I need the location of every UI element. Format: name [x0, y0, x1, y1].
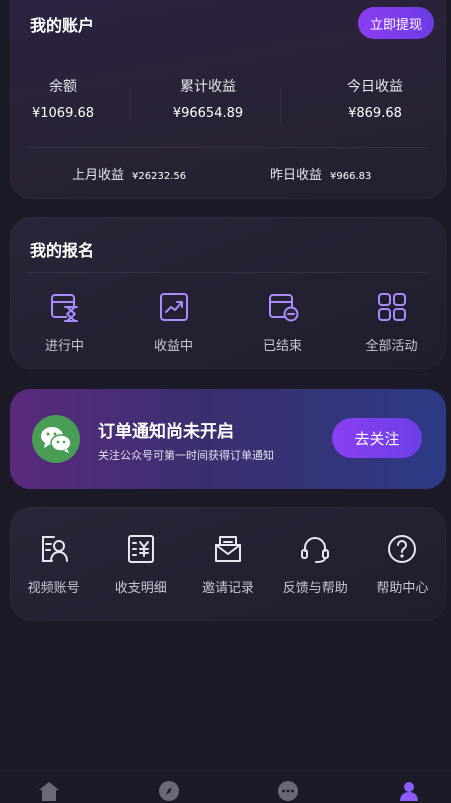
yesterday-value: ¥966.83 — [330, 171, 372, 182]
wechat-icon — [32, 415, 80, 463]
balance-value: ¥1069.68 — [31, 106, 95, 121]
tool-invite[interactable]: 邀请记录 — [184, 533, 271, 596]
tools-card: 视频账号 收支明细 邀请记录 反馈与帮助 帮助中心 — [10, 507, 446, 621]
invite-mail-icon — [215, 536, 241, 562]
tool-label: 邀请记录 — [202, 581, 255, 596]
signup-title: 我的报名 — [30, 241, 95, 260]
last-month-label: 上月收益 — [72, 168, 125, 183]
order-notify-banner: 订单通知尚未开启 关注公众号可第一时间获得订单通知 去关注 — [10, 389, 446, 489]
tool-label: 反馈与帮助 — [282, 581, 348, 596]
ended-calendar-icon — [268, 294, 298, 322]
grid-apps-icon — [377, 293, 406, 321]
tool-video-account[interactable]: 视频账号 — [10, 533, 97, 596]
signup-item-ended[interactable]: 已结束 — [228, 291, 337, 354]
notify-title: 订单通知尚未开启 — [98, 422, 234, 442]
yesterday-income: 昨日收益 ¥966.83 — [270, 164, 371, 183]
today-income-label: 今日收益 — [347, 79, 403, 95]
home-icon[interactable] — [37, 779, 61, 803]
signup-card: 我的报名 进行中 收益中 已结束 全部活动 — [10, 217, 446, 369]
hourglass-calendar-icon — [50, 294, 78, 322]
stat-divider — [280, 88, 281, 124]
signup-item-label: 收益中 — [153, 339, 193, 354]
signup-item-earning[interactable]: 收益中 — [119, 291, 228, 354]
discover-icon[interactable] — [157, 779, 181, 803]
yesterday-label: 昨日收益 — [270, 168, 323, 183]
account-divider — [28, 147, 428, 148]
stat-divider — [130, 88, 131, 124]
today-income-value: ¥869.68 — [348, 106, 402, 121]
bottom-nav — [0, 770, 451, 801]
balance-label: 余额 — [49, 79, 77, 95]
tool-label: 视频账号 — [27, 581, 80, 596]
withdraw-button[interactable]: 立即提现 — [357, 7, 434, 39]
signup-item-all[interactable]: 全部活动 — [337, 291, 446, 354]
account-card: 我的账户 立即提现 余额 ¥1069.68 累计收益 ¥96654.89 今日收… — [10, 0, 446, 199]
follow-button[interactable]: 去关注 — [332, 418, 422, 458]
total-income-value: ¥96654.89 — [172, 106, 244, 121]
total-income-label: 累计收益 — [180, 79, 236, 95]
profile-icon[interactable] — [397, 779, 421, 803]
tool-help-center[interactable]: 帮助中心 — [359, 533, 446, 596]
last-month-income: 上月收益 ¥26232.56 — [72, 164, 186, 183]
today-income-stat[interactable]: 今日收益 ¥869.68 — [305, 76, 445, 121]
last-month-value: ¥26232.56 — [132, 171, 187, 182]
tool-ledger[interactable]: 收支明细 — [97, 533, 184, 596]
signup-item-label: 全部活动 — [365, 339, 418, 354]
account-title: 我的账户 — [30, 16, 95, 35]
signup-items: 进行中 收益中 已结束 全部活动 — [10, 291, 446, 354]
message-icon[interactable] — [276, 779, 300, 803]
notify-subtitle: 关注公众号可第一时间获得订单通知 — [98, 449, 274, 462]
signup-item-label: 已结束 — [262, 339, 302, 354]
headset-icon — [301, 537, 330, 563]
trend-chart-icon — [159, 293, 188, 321]
video-account-icon — [41, 536, 68, 562]
ledger-icon — [127, 535, 154, 563]
signup-item-label: 进行中 — [44, 339, 84, 354]
help-circle-icon — [388, 535, 417, 563]
balance-stat[interactable]: 余额 ¥1069.68 — [0, 76, 133, 121]
tools-items: 视频账号 收支明细 邀请记录 反馈与帮助 帮助中心 — [10, 533, 446, 596]
tool-label: 帮助中心 — [376, 581, 429, 596]
tool-label: 收支明细 — [114, 581, 167, 596]
signup-divider — [28, 272, 428, 273]
tool-feedback[interactable]: 反馈与帮助 — [272, 533, 359, 596]
signup-item-ongoing[interactable]: 进行中 — [10, 291, 119, 354]
total-income-stat[interactable]: 累计收益 ¥96654.89 — [138, 76, 278, 121]
